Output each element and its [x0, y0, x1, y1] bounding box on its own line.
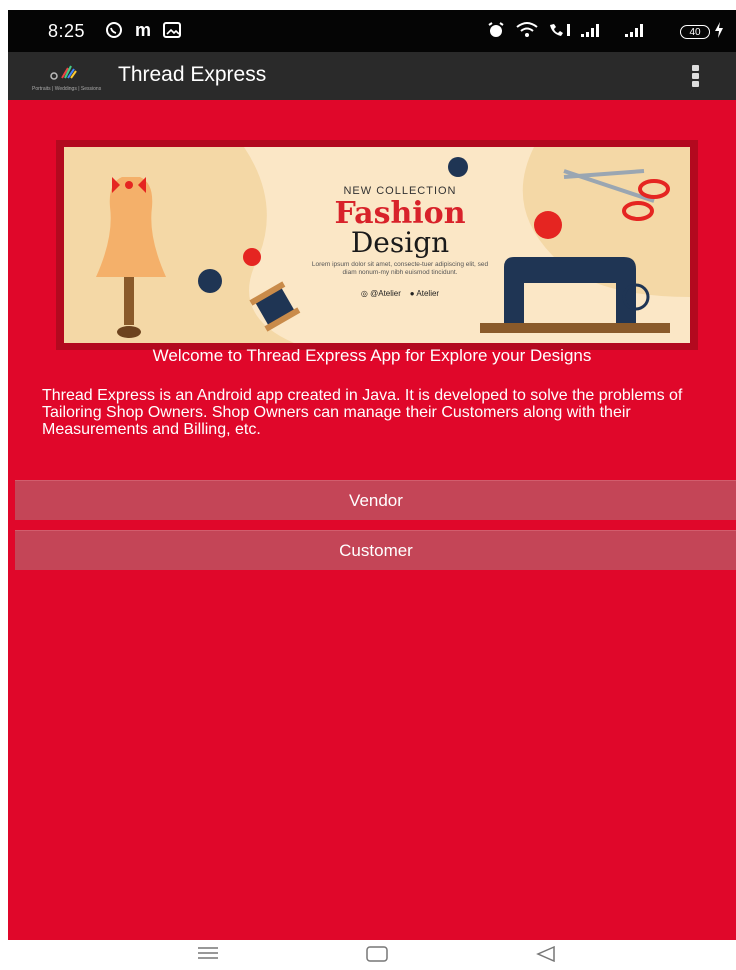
app-screen: 8:25 m 40 Portraits | Weddings | Session… [8, 10, 736, 940]
status-bar: 8:25 m 40 [8, 10, 736, 52]
welcome-text: Welcome to Thread Express App for Explor… [152, 346, 592, 365]
banner-heading-fashion: Fashion [334, 196, 466, 231]
banner-heading-design: Design [350, 226, 450, 259]
facebook-icon: ● [409, 289, 415, 298]
alarm-icon [486, 20, 506, 40]
status-time: 8:25 [48, 21, 86, 41]
banner-social-facebook: Atelier [416, 289, 440, 298]
battery-indicator: 40 [680, 25, 710, 39]
instagram-icon: ◎ [360, 289, 368, 298]
vendor-button[interactable]: Vendor [15, 480, 736, 520]
banner-body: Lorem ipsum dolor sit amet, consecte-tue… [311, 261, 489, 276]
back-nav-icon[interactable] [536, 945, 556, 967]
overflow-menu-icon[interactable] [692, 65, 702, 91]
banner-social-instagram: @Atelier [370, 289, 401, 298]
logo-caption: Portraits | Weddings | Sessions [32, 86, 102, 92]
home-nav-icon[interactable] [366, 946, 388, 967]
app-description: Thread Express is an Android app created… [42, 387, 683, 438]
banner-image: NEW COLLECTION Fashion Design Lorem ipsu… [56, 140, 698, 350]
signal-icon [624, 20, 656, 40]
charging-icon [712, 20, 726, 40]
whatsapp-icon [104, 20, 124, 40]
call-icon [546, 20, 574, 40]
signal-icon [580, 20, 612, 40]
app-logo: Portraits | Weddings | Sessions [32, 56, 112, 96]
menu-nav-icon[interactable] [197, 946, 219, 965]
app-title: Thread Express [118, 63, 267, 86]
gallery-icon [162, 20, 182, 40]
app-bar: Portraits | Weddings | Sessions Thread E… [8, 52, 736, 100]
wifi-icon [514, 20, 540, 40]
m-icon: m [134, 19, 151, 40]
system-nav-bar [0, 940, 736, 970]
customer-button[interactable]: Customer [15, 530, 736, 570]
